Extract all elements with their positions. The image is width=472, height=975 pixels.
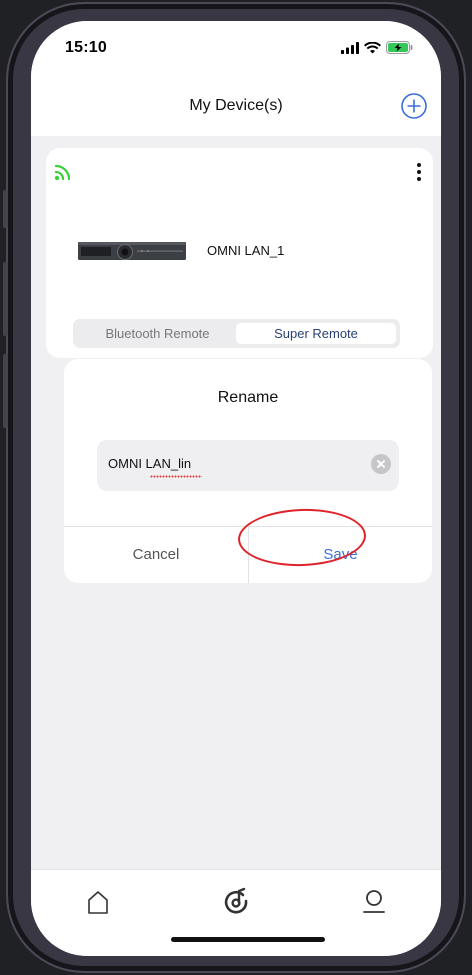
bluetooth-remote-option[interactable]: Bluetooth Remote [81,323,234,344]
spellcheck-underline [150,475,202,478]
remote-mode-switch: Bluetooth Remote Super Remote [73,319,400,348]
status-icons [341,41,413,54]
device-card[interactable]: OMNI LAN_1 Bluetooth Remote Super Remote [46,148,433,358]
home-indicator [171,937,325,942]
cancel-button[interactable]: Cancel [64,527,248,583]
page-title: My Device(s) [189,97,283,114]
add-circle-icon[interactable] [400,92,428,120]
status-time: 15:10 [65,39,107,56]
clear-icon[interactable] [371,454,391,474]
profile-icon[interactable] [354,884,394,920]
signal-icon [341,41,359,54]
status-bar: 15:10 [31,21,441,81]
battery-charging-icon [386,41,413,54]
mute-switch [3,190,8,228]
dialog-title: Rename [217,389,279,406]
home-icon[interactable] [78,884,118,920]
navigation-bar: My Device(s) [31,81,441,136]
tab-bar [31,869,441,956]
rename-input-value[interactable]: OMNI LAN_lin [108,456,191,471]
wifi-connected-icon [54,164,71,181]
wifi-icon [364,41,381,53]
device-name: OMNI LAN_1 [207,243,285,258]
super-remote-option[interactable]: Super Remote [236,323,396,344]
volume-up-button [3,262,8,336]
rename-input[interactable]: OMNI LAN_lin [97,440,399,491]
more-vertical-icon[interactable] [415,161,423,183]
device-image [78,242,186,260]
music-disc-icon[interactable] [216,884,256,920]
volume-down-button [3,354,8,428]
phone-screen: 15:10 My Device(s) OMNI LAN_1 Bluetooth … [31,21,441,956]
